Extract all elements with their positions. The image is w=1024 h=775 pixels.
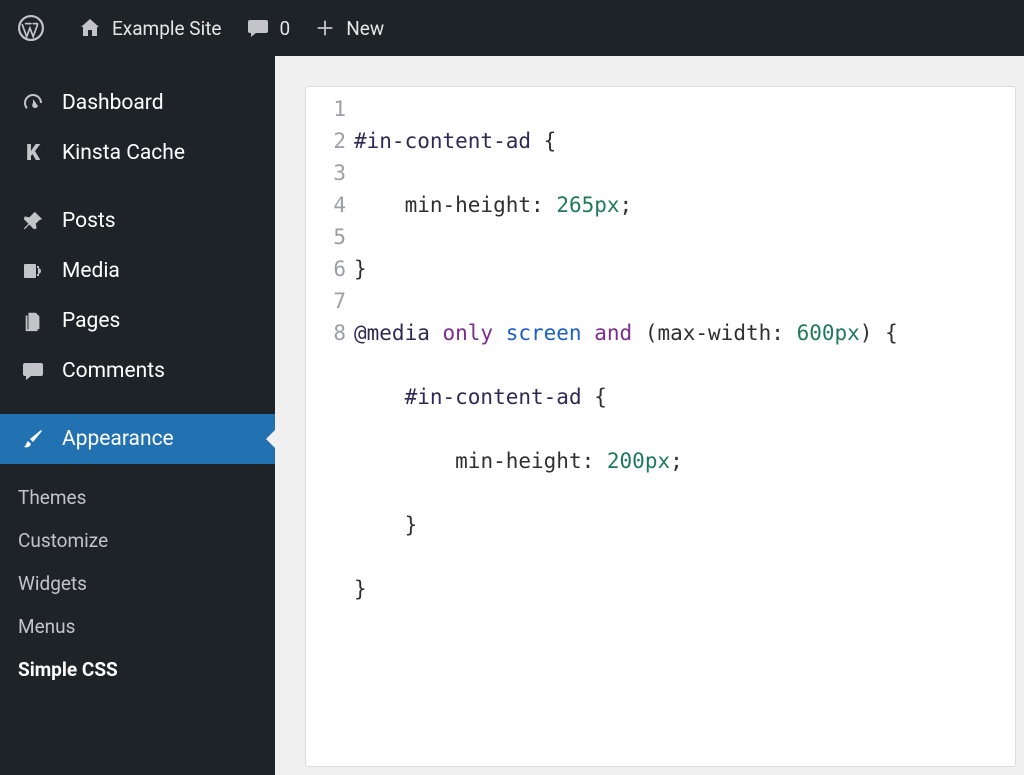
sidebar-item-label: Media [62,259,120,283]
appearance-submenu: Themes Customize Widgets Menus Simple CS… [0,464,275,695]
sidebar-item-appearance[interactable]: Appearance [0,414,275,464]
code-line: min-height: 200px; [354,445,898,477]
line-number: 5 [306,221,346,253]
code-line: } [354,509,898,541]
comment-icon [246,16,270,40]
pin-icon [18,210,48,232]
code-line: } [354,573,898,605]
code-line: #in-content-ad { [354,381,898,413]
admin-bar: Example Site 0 New [0,0,1024,56]
code-line: @media only screen and (max-width: 600px… [354,317,898,349]
line-number: 2 [306,125,346,157]
code-line: #in-content-ad { [354,125,898,157]
code-line: } [354,253,898,285]
sidebar-item-dashboard[interactable]: Dashboard [0,78,275,128]
sidebar-item-label: Appearance [62,427,174,451]
submenu-item-customize[interactable]: Customize [18,519,275,562]
line-number: 8 [306,317,346,349]
sidebar-item-kinsta-cache[interactable]: K Kinsta Cache [0,128,275,178]
site-name-label: Example Site [112,17,222,40]
home-icon [78,16,102,40]
gauge-icon [18,91,48,115]
line-number: 6 [306,253,346,285]
brush-icon [18,427,48,451]
menu-separator [0,178,275,196]
code-line: min-height: 265px; [354,189,898,221]
k-icon: K [18,141,48,166]
code-content[interactable]: #in-content-ad { min-height: 265px; } @m… [354,87,898,766]
comment-icon [18,359,48,383]
line-number: 1 [306,93,346,125]
content-area: 1 2 3 4 5 6 7 8 #in-content-ad { min-hei… [275,56,1024,775]
sidebar-item-label: Pages [62,309,120,333]
menu-separator [0,396,275,414]
submenu-item-simple-css[interactable]: Simple CSS [18,648,275,691]
sidebar-item-posts[interactable]: Posts [0,196,275,246]
sidebar-item-label: Kinsta Cache [62,141,185,165]
sidebar-item-pages[interactable]: Pages [0,296,275,346]
plus-icon [314,17,336,39]
submenu-item-menus[interactable]: Menus [18,605,275,648]
comments-button[interactable]: 0 [234,0,303,56]
sidebar-item-label: Dashboard [62,91,164,115]
line-number: 4 [306,189,346,221]
wp-logo-button[interactable] [6,0,66,56]
main-layout: Dashboard K Kinsta Cache Posts Media Pag… [0,56,1024,775]
css-editor[interactable]: 1 2 3 4 5 6 7 8 #in-content-ad { min-hei… [305,86,1016,767]
line-gutter: 1 2 3 4 5 6 7 8 [306,87,354,766]
admin-sidebar: Dashboard K Kinsta Cache Posts Media Pag… [0,56,275,775]
submenu-item-themes[interactable]: Themes [18,476,275,519]
sidebar-item-media[interactable]: Media [0,246,275,296]
submenu-item-widgets[interactable]: Widgets [18,562,275,605]
line-number: 3 [306,157,346,189]
new-label: New [346,17,384,40]
new-content-button[interactable]: New [302,0,396,56]
pages-icon [18,310,48,332]
line-number: 7 [306,285,346,317]
sidebar-item-comments[interactable]: Comments [0,346,275,396]
media-icon [18,259,48,283]
sidebar-item-label: Posts [62,209,116,233]
wordpress-icon [18,15,44,41]
sidebar-item-label: Comments [62,359,165,383]
site-home-button[interactable]: Example Site [66,0,234,56]
comments-count-label: 0 [280,17,291,40]
